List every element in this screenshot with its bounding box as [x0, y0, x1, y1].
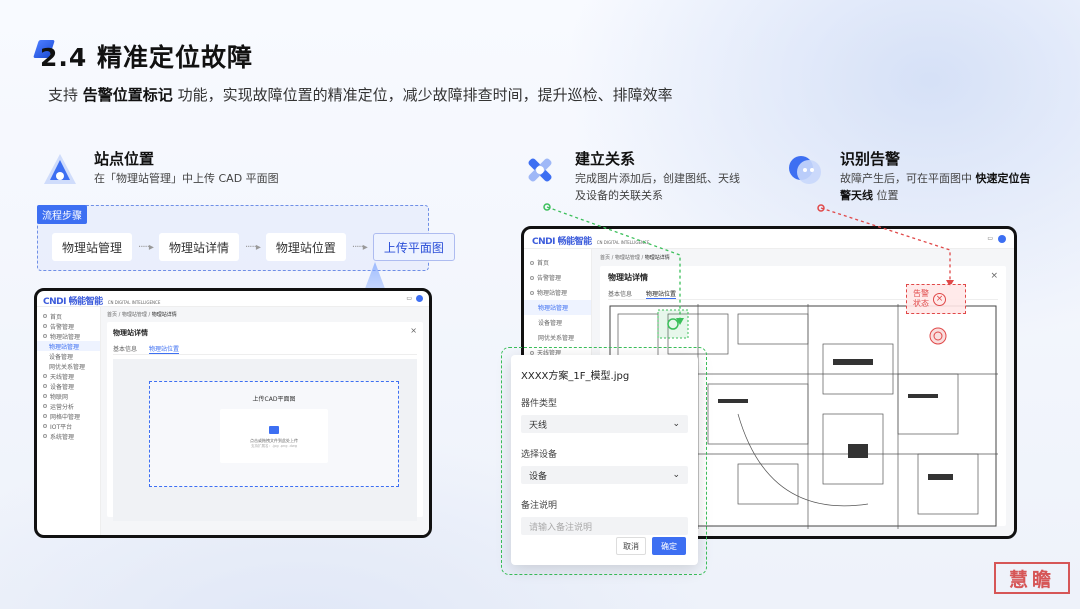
device-type-label: 器件类型 — [521, 399, 558, 409]
sidebar-item[interactable]: 物理站管理 — [524, 285, 591, 300]
flow-step-physical-station-detail: 物理站详情 — [158, 233, 239, 261]
sidebar-subitem-active[interactable]: 物理站管理 — [37, 341, 100, 351]
user-avatar-icon[interactable] — [416, 295, 423, 302]
device-relation-dialog: XXXX方案_1F_模型.jpg 器件类型 天线 ⌄ 选择设备 设备 ⌄ 备注说明 … — [511, 355, 698, 565]
alarm-status-callout: 告警 状态 × — [906, 284, 966, 314]
feature-title-build-relation: 建立关系 — [575, 150, 636, 168]
note-label: 备注说明 — [521, 501, 558, 511]
cancel-button[interactable]: 取消 — [616, 537, 646, 555]
tab-station-location[interactable]: 物理站位置 — [646, 289, 677, 299]
sidebar-subitem[interactable]: 网优关系管理 — [524, 330, 591, 345]
alarm-x-icon: × — [933, 292, 946, 306]
flow-arrow-icon: ·····▸ — [351, 241, 368, 253]
alarm-face-icon — [789, 156, 821, 184]
user-avatar-icon[interactable] — [998, 234, 1006, 243]
monitor-icon[interactable]: ▭ — [406, 295, 412, 302]
tab-station-location[interactable]: 物理站位置 — [149, 344, 180, 354]
upload-area-bg: 上传CAD平面图 点击或拖拽文件到此处上传 支持扩展名：.jpg .png .d… — [113, 359, 417, 521]
upload-zone[interactable]: 上传CAD平面图 点击或拖拽文件到此处上传 支持扩展名：.jpg .png .d… — [149, 381, 399, 487]
feature-desc-site-location: 在「物理站管理」中上传 CAD 平面图 — [94, 172, 279, 185]
flow-step-physical-station-management: 物理站管理 — [52, 233, 133, 261]
left-app-window: CNDI 畅能智能 CN DIGITAL INTELLIGENCE ▭ 首页 告… — [34, 288, 432, 538]
upload-title: 上传CAD平面图 — [252, 396, 296, 403]
sidebar-subitem[interactable]: 设备管理 — [37, 351, 100, 361]
left-app-logo: CNDI 畅能智能 CN DIGITAL INTELLIGENCE — [43, 297, 161, 307]
seal-stamp: 慧瞻 — [994, 562, 1070, 594]
sidebar-item[interactable]: 设备管理 — [37, 381, 100, 391]
sidebar-item[interactable]: 首页 — [524, 255, 591, 270]
upload-sub-hint: 支持扩展名：.jpg .png .dwg — [251, 444, 297, 448]
right-app-logo: CNDI 畅能智能 CN DIGITAL INTELLIGENCE — [532, 237, 650, 247]
feature-title-site-location: 站点位置 — [94, 150, 155, 168]
feature-desc-identify-alarm: 故障产生后，可在平面图中 快速定位告警天线 位置 — [840, 172, 1031, 202]
monitor-icon[interactable]: ▭ — [987, 235, 993, 243]
panel-title: 物理站详情 — [113, 329, 148, 337]
confirm-button[interactable]: 确定 — [652, 537, 686, 555]
sidebar-item[interactable]: 物联网 — [37, 391, 100, 401]
device-label: 选择设备 — [521, 450, 558, 460]
sidebar-subitem[interactable]: 网优关系管理 — [37, 361, 100, 371]
tab-basic-info[interactable]: 基本信息 — [113, 344, 137, 354]
note-input[interactable]: 请输入备注说明 — [521, 517, 688, 535]
sidebar-item[interactable]: 天线管理 — [37, 371, 100, 381]
detail-panel: 物理站详情 × 基本信息 物理站位置 上传CAD平面图 点击或拖拽文件到此处上传… — [107, 322, 423, 521]
close-icon[interactable]: × — [990, 271, 998, 281]
breadcrumb: 首页 / 物理站管理 / 物理站详情 — [107, 312, 177, 318]
sidebar-item[interactable]: 告警管理 — [37, 321, 100, 331]
breadcrumb: 首页 / 物理站管理 / 物理站详情 — [600, 255, 670, 261]
alarm-status-label: 告警 状态 — [913, 289, 929, 308]
device-type-select[interactable]: 天线 ⌄ — [521, 415, 688, 433]
sidebar-item[interactable]: 网格中管理 — [37, 411, 100, 421]
folder-icon — [269, 426, 279, 434]
feature-title-identify-alarm: 识别告警 — [840, 150, 901, 168]
flow-step-physical-station-location: 物理站位置 — [265, 233, 346, 261]
panel-title: 物理站详情 — [608, 273, 648, 282]
device-select[interactable]: 设备 ⌄ — [521, 466, 688, 484]
flow-arrow-icon: ·····▸ — [138, 241, 154, 253]
sidebar-item[interactable]: 告警管理 — [524, 270, 591, 285]
feature-desc-build-relation: 完成图片添加后，创建图纸、天线及设备的关联关系 — [575, 172, 740, 202]
flow-step-upload-floorplan: 上传平面图 — [372, 233, 455, 261]
chevron-down-icon: ⌄ — [672, 419, 680, 429]
sidebar-item[interactable]: IOT平台 — [37, 421, 100, 431]
flow-steps: 物理站管理 ·····▸ 物理站详情 ·····▸ 物理站位置 ·····▸ 上… — [52, 233, 455, 261]
sidebar-subitem-active[interactable]: 物理站管理 — [524, 300, 591, 315]
location-a-icon — [44, 154, 76, 184]
left-app-main: 首页 / 物理站管理 / 物理站详情 物理站详情 × 基本信息 物理站位置 上传… — [101, 307, 429, 535]
flow-arrow-icon: ·····▸ — [244, 241, 261, 253]
close-icon[interactable]: × — [410, 326, 417, 335]
flow-steps-tag: 流程步骤 — [37, 205, 87, 224]
sidebar-item[interactable]: 系统管理 — [37, 431, 100, 441]
page-title: 2.4 精准定位故障 — [40, 43, 253, 72]
wrench-link-icon — [528, 158, 552, 182]
left-app-sidebar: 首页 告警管理 物理站管理 物理站管理 设备管理 网优关系管理 天线管理 设备管… — [37, 307, 101, 535]
chevron-down-icon: ⌄ — [672, 470, 680, 480]
tab-basic-info[interactable]: 基本信息 — [608, 289, 632, 299]
sidebar-item[interactable]: 运营分析 — [37, 401, 100, 411]
sidebar-item[interactable]: 首页 — [37, 311, 100, 321]
page-subtitle: 支持 告警位置标记 功能，实现故障位置的精准定位，减少故障排查时间，提升巡检、排… — [48, 86, 673, 104]
sidebar-subitem[interactable]: 设备管理 — [524, 315, 591, 330]
dialog-filename: XXXX方案_1F_模型.jpg — [521, 371, 630, 382]
sidebar-item[interactable]: 物理站管理 — [37, 331, 100, 341]
